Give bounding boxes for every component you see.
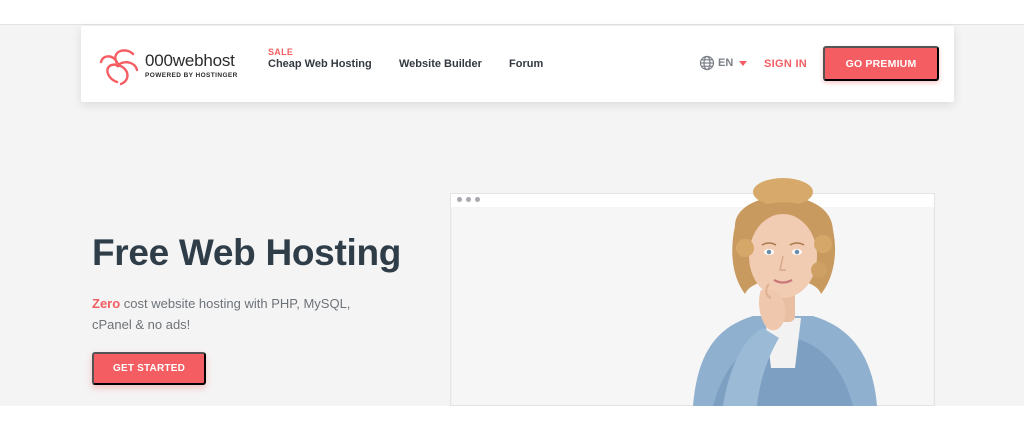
window-dots — [457, 197, 480, 202]
sale-badge: SALE — [268, 47, 294, 57]
sign-in-link[interactable]: SIGN IN — [764, 58, 807, 70]
nav-forum[interactable]: Forum — [509, 58, 543, 70]
window-dot — [475, 197, 480, 202]
window-dot — [466, 197, 471, 202]
nav-website-builder[interactable]: Website Builder — [399, 58, 482, 70]
hero-description-text: cost website hosting with PHP, MySQL, cP… — [92, 296, 351, 332]
site-header: 000webhost POWERED BY HOSTINGER SALE Che… — [81, 26, 954, 102]
go-premium-button[interactable]: GO PREMIUM — [823, 46, 939, 81]
caret-down-icon — [739, 60, 748, 66]
hero-description: Zero cost website hosting with PHP, MySQ… — [92, 293, 362, 335]
hero-title: Free Web Hosting — [92, 232, 402, 273]
hero-highlight: Zero — [92, 296, 121, 311]
hero-woman-image — [693, 178, 877, 406]
nav-cheap-web-hosting[interactable]: Cheap Web Hosting — [268, 58, 372, 70]
language-selector[interactable]: EN — [699, 55, 748, 71]
globe-icon — [699, 55, 715, 71]
logo-swirl-icon — [99, 49, 139, 86]
window-dot — [457, 197, 462, 202]
brand-name: 000webhost — [145, 50, 235, 70]
get-started-button[interactable]: GET STARTED — [92, 352, 206, 385]
brand-logo[interactable]: 000webhost POWERED BY HOSTINGER — [95, 42, 245, 88]
language-label: EN — [718, 57, 734, 69]
brand-tagline: POWERED BY HOSTINGER — [145, 71, 238, 79]
bottom-strip — [0, 406, 1024, 427]
